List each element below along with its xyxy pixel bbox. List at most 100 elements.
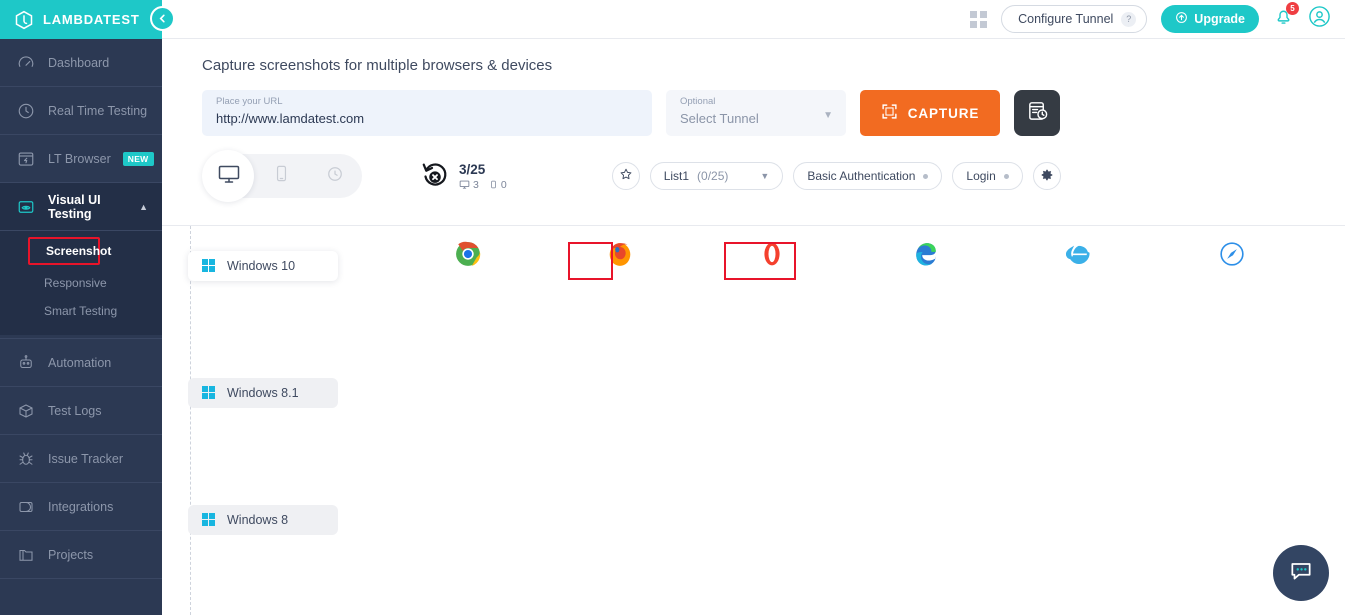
counter-desktop: 3	[459, 179, 479, 191]
sidebar-item-label: Projects	[48, 548, 93, 562]
chat-bubble-icon	[1288, 558, 1314, 589]
device-type-toggle	[202, 154, 362, 198]
sidebar-subitem-label: Responsive	[44, 276, 107, 290]
star-icon	[619, 167, 633, 186]
lambdatest-logo-icon	[14, 10, 34, 30]
windows-logo-icon	[202, 513, 216, 527]
upgrade-button[interactable]: Upgrade	[1161, 5, 1259, 33]
url-input[interactable]: Place your URL http://www.lamdatest.com	[202, 90, 652, 136]
list-select-count: (0/25)	[697, 169, 728, 183]
device-type-mobile[interactable]	[255, 164, 308, 188]
sidebar-item-integrations[interactable]: Integrations	[0, 483, 162, 531]
counter-text: 3/25 3 0	[459, 162, 507, 191]
sidebar-item-label: Real Time Testing	[48, 104, 147, 118]
os-chip[interactable]: Windows 10	[188, 251, 338, 281]
basic-authentication-label: Basic Authentication	[807, 169, 915, 183]
sidebar-item-automation[interactable]: Automation	[0, 339, 162, 387]
capture-button-label: CAPTURE	[908, 106, 980, 121]
sidebar-item-dashboard[interactable]: Dashboard	[0, 39, 162, 87]
favorite-button[interactable]	[612, 162, 640, 190]
notifications-button[interactable]: 5	[1273, 6, 1294, 32]
chevron-up-icon: ▲	[139, 202, 148, 212]
sidebar-item-lt-browser[interactable]: LT Browser NEW	[0, 135, 162, 183]
sidebar-item-projects[interactable]: Projects	[0, 531, 162, 579]
robot-icon	[16, 353, 36, 373]
status-dot-icon	[923, 174, 928, 179]
capture-counter: 3/25 3 0	[420, 159, 507, 194]
counter-mobile: 0	[489, 179, 507, 191]
sidebar-subitem-screenshot[interactable]: Screenshot	[28, 237, 100, 265]
login-label: Login	[966, 169, 995, 183]
device-type-desktop[interactable]	[202, 162, 255, 191]
capture-button[interactable]: CAPTURE	[860, 90, 1000, 136]
sidebar-item-label: Automation	[48, 356, 111, 370]
mobile-phone-icon	[272, 164, 291, 188]
sidebar-item-real-time-testing[interactable]: Real Time Testing	[0, 87, 162, 135]
sidebar-collapse-button[interactable]	[150, 6, 175, 31]
frame-capture-icon	[881, 103, 898, 123]
os-chip[interactable]: Windows 8	[188, 505, 338, 535]
os-name: Windows 8.1	[227, 386, 299, 400]
reset-circle-icon[interactable]	[420, 159, 450, 194]
bug-icon	[16, 449, 36, 469]
capture-toolbar: 3/25 3 0	[162, 136, 1345, 198]
visual-ui-testing-submenu: Screenshot Responsive Smart Testing	[0, 231, 162, 335]
mobile-phone-icon	[489, 179, 498, 190]
counter-total: 3/25	[459, 162, 507, 177]
chevron-down-icon: ▼	[823, 110, 833, 121]
os-row: Windows 8.1	[162, 366, 1345, 486]
tunnel-select-label: Optional	[680, 95, 832, 109]
question-mark-icon[interactable]: ?	[1121, 12, 1136, 27]
tunnel-select[interactable]: Optional Select Tunnel ▼	[666, 90, 846, 136]
counter-mobile-value: 0	[501, 179, 507, 191]
sidebar-item-label: Issue Tracker	[48, 452, 123, 466]
list-select[interactable]: List1 (0/25) ▼	[650, 162, 784, 190]
configure-tunnel-button[interactable]: Configure Tunnel ?	[1001, 5, 1147, 33]
sidebar-item-label: Integrations	[48, 500, 113, 514]
page-title: Capture screenshots for multiple browser…	[202, 57, 1345, 74]
calendar-clock-icon	[1026, 99, 1049, 127]
desktop-monitor-icon	[217, 162, 241, 191]
user-avatar-icon[interactable]	[1308, 5, 1331, 33]
sidebar-subitem-smart-testing[interactable]: Smart Testing	[0, 297, 162, 325]
device-type-watch[interactable]	[309, 164, 362, 189]
chevron-down-icon: ▼	[760, 171, 769, 181]
settings-button[interactable]	[1033, 162, 1061, 190]
capture-form: Place your URL http://www.lamdatest.com …	[162, 74, 1345, 136]
brand-header: LAMBDATEST	[0, 0, 162, 39]
sidebar-item-label: Visual UI Testing	[48, 193, 127, 221]
bell-icon	[1273, 14, 1294, 31]
basic-authentication-button[interactable]: Basic Authentication	[793, 162, 942, 190]
os-row: Windows 10	[162, 239, 1345, 359]
puzzle-icon	[16, 497, 36, 517]
configure-tunnel-label: Configure Tunnel	[1018, 12, 1113, 26]
box-icon	[16, 401, 36, 421]
brand-name: LAMBDATEST	[43, 12, 140, 27]
list-select-name: List1	[664, 169, 689, 183]
os-name: Windows 8	[227, 513, 288, 527]
sidebar-item-issue-tracker[interactable]: Issue Tracker	[0, 435, 162, 483]
grid-apps-icon[interactable]	[970, 11, 987, 28]
os-row: Windows 8	[162, 493, 1345, 613]
login-button[interactable]: Login	[952, 162, 1022, 190]
browser-window-icon	[16, 149, 36, 169]
sidebar-item-test-logs[interactable]: Test Logs	[0, 387, 162, 435]
upgrade-label: Upgrade	[1194, 12, 1245, 26]
screenshot-page: LAMBDATEST Dashboard Real Time Testing	[0, 0, 1345, 615]
notification-badge: 5	[1286, 2, 1299, 15]
url-input-value: http://www.lamdatest.com	[216, 109, 638, 129]
speedometer-icon	[16, 53, 36, 73]
schedule-button[interactable]	[1014, 90, 1060, 136]
main-content: Capture screenshots for multiple browser…	[162, 39, 1345, 615]
chat-support-button[interactable]	[1273, 545, 1329, 601]
gear-icon	[1040, 168, 1054, 185]
sidebar-subitem-responsive[interactable]: Responsive	[0, 269, 162, 297]
arrow-up-circle-icon	[1175, 11, 1188, 27]
os-chip[interactable]: Windows 8.1	[188, 378, 338, 408]
sidebar-item-visual-ui-testing[interactable]: Visual UI Testing ▲	[0, 183, 162, 231]
clock-icon	[16, 101, 36, 121]
folder-icon	[16, 545, 36, 565]
counter-desktop-value: 3	[473, 179, 479, 191]
windows-logo-icon	[202, 259, 216, 273]
sidebar-item-label: Dashboard	[48, 56, 109, 70]
